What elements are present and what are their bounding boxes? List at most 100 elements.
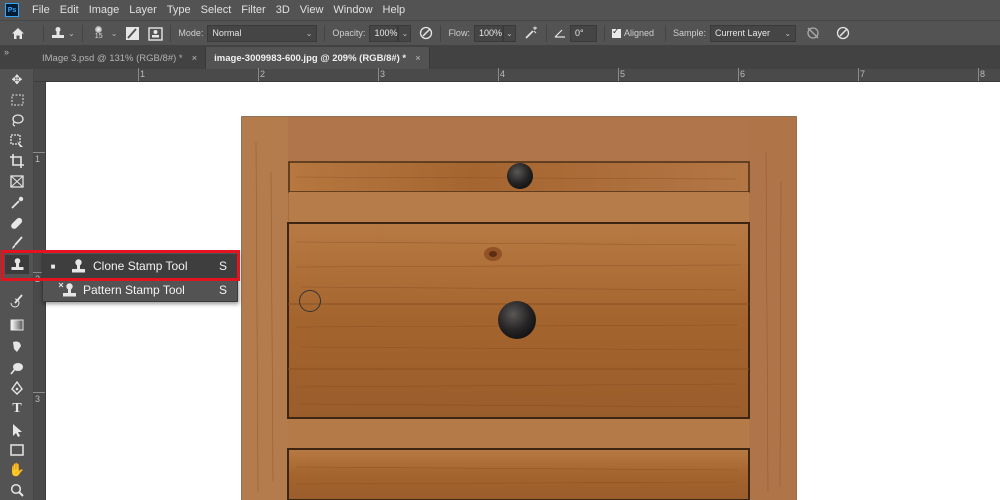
ruler-major-tick	[33, 152, 45, 153]
rectangle-tool[interactable]	[5, 440, 29, 459]
panel-collapse-icon[interactable]: »	[0, 45, 34, 69]
brush-cursor	[299, 290, 321, 312]
pressure-size-toggle[interactable]	[836, 21, 850, 46]
path-selection-icon	[13, 423, 22, 437]
mode-label: Mode:	[178, 28, 204, 38]
menu-layer[interactable]: Layer	[124, 0, 162, 20]
ruler-label: 7	[860, 69, 866, 79]
angle-input[interactable]: 0°	[569, 24, 597, 42]
zoom-icon	[10, 483, 24, 497]
tab-label: IMage 3.psd @ 131% (RGB/8#) *	[42, 52, 183, 64]
tab-image-3-psd[interactable]: IMage 3.psd @ 131% (RGB/8#) * ×	[34, 47, 207, 69]
clone-source-button[interactable]	[148, 21, 164, 46]
zoom-tool[interactable]	[5, 480, 29, 499]
airbrush-toggle[interactable]	[524, 21, 539, 46]
clone-source-panel-toggle[interactable]	[125, 21, 140, 46]
pressure-opacity-icon	[420, 26, 433, 40]
menu-type[interactable]: Type	[162, 0, 196, 20]
tools-panel: ✥ T ✋	[0, 69, 34, 500]
separator	[545, 24, 547, 42]
object-selection-icon	[10, 133, 23, 147]
ruler-label: 6	[740, 69, 746, 79]
flow-value: 100%	[478, 28, 502, 38]
ruler-label: 8	[980, 69, 986, 79]
chevron-down-icon: ⌄	[784, 28, 792, 38]
menu-edit[interactable]: Edit	[55, 0, 84, 20]
bandage-icon	[11, 217, 23, 229]
flow-label: Flow:	[448, 28, 470, 38]
lasso-tool[interactable]	[5, 110, 29, 129]
tab-label: image-3009983-600.jpg @ 209% (RGB/8#) *	[214, 52, 407, 64]
flow-input[interactable]: 100%	[473, 24, 503, 42]
healing-brush-tool[interactable]	[5, 213, 29, 232]
close-icon[interactable]: ×	[415, 53, 421, 64]
type-tool[interactable]: T	[5, 399, 29, 418]
crop-icon	[10, 153, 24, 168]
opacity-input[interactable]: 100%	[369, 24, 399, 42]
angle-control[interactable]	[554, 21, 566, 46]
type-icon: T	[12, 400, 22, 416]
menu-window[interactable]: Window	[328, 0, 377, 20]
history-brush-icon	[10, 293, 23, 307]
ruler-major-tick	[618, 68, 619, 81]
mode-select[interactable]: Normal ⌄	[207, 24, 318, 42]
shortcut-key: S	[219, 283, 228, 297]
close-icon[interactable]: ×	[192, 53, 198, 64]
brush-tip-icon	[95, 26, 103, 33]
menu-view[interactable]: View	[295, 0, 329, 20]
ruler-major-tick	[978, 68, 979, 81]
menu-3d[interactable]: 3D	[271, 0, 295, 20]
eyedropper-tool[interactable]	[5, 193, 29, 212]
ignore-adjustment-icon	[807, 27, 819, 39]
history-brush-tool[interactable]	[5, 291, 29, 310]
ruler-major-tick	[738, 68, 739, 81]
ruler-major-tick	[498, 68, 499, 81]
pattern-stamp-icon	[53, 282, 83, 299]
ruler-label: 4	[500, 69, 506, 79]
aligned-label: Aligned	[623, 28, 654, 38]
brush-settings-icon	[126, 26, 140, 40]
ruler-label: 3	[35, 394, 41, 404]
tool-preset-picker[interactable]: ⌄	[51, 21, 75, 46]
separator	[664, 24, 666, 42]
opacity-pressure-toggle[interactable]	[419, 21, 433, 46]
menu-filter[interactable]: Filter	[236, 0, 270, 20]
menu-help[interactable]: Help	[378, 0, 411, 20]
tab-image-3009983-jpg[interactable]: image-3009983-600.jpg @ 209% (RGB/8#) * …	[206, 47, 430, 69]
chevron-down-icon[interactable]: ⌄	[111, 29, 118, 38]
path-selection-tool[interactable]	[5, 420, 29, 439]
separator	[81, 24, 83, 42]
frame-tool[interactable]	[5, 172, 29, 191]
menu-file[interactable]: File	[27, 0, 55, 20]
menu-select[interactable]: Select	[196, 0, 237, 20]
ignore-adjustment-layers-toggle[interactable]	[806, 21, 820, 46]
lasso-icon	[12, 113, 24, 127]
dodge-icon	[10, 362, 23, 374]
blur-tool[interactable]	[5, 337, 29, 356]
brush-preset-picker[interactable]: 15	[90, 21, 108, 46]
frame-icon	[10, 175, 24, 188]
flyout-item-pattern-stamp[interactable]: Pattern Stamp Tool S	[43, 278, 237, 302]
dodge-tool[interactable]	[5, 358, 29, 377]
gradient-tool[interactable]	[5, 315, 29, 334]
ruler-label: 5	[620, 69, 626, 79]
hand-tool[interactable]: ✋	[5, 460, 29, 479]
marquee-tool[interactable]	[5, 90, 29, 109]
opacity-dropdown[interactable]: ⌄	[398, 24, 412, 42]
move-tool[interactable]: ✥	[5, 70, 29, 89]
hand-icon: ✋	[8, 461, 26, 477]
menu-image[interactable]: Image	[84, 0, 125, 20]
gradient-icon	[10, 319, 24, 330]
separator	[324, 24, 326, 42]
ruler-major-tick	[138, 68, 139, 81]
object-selection-tool[interactable]	[5, 131, 29, 150]
sample-value: Current Layer	[715, 28, 771, 38]
pen-tool[interactable]	[5, 378, 29, 397]
ruler-major-tick	[378, 68, 379, 81]
ruler-major-tick	[33, 392, 45, 393]
home-button[interactable]	[0, 21, 36, 46]
sample-select[interactable]: Current Layer ⌄	[710, 24, 797, 42]
crop-tool[interactable]	[5, 151, 29, 170]
aligned-checkbox[interactable]: Aligned	[611, 21, 658, 46]
flow-dropdown[interactable]: ⌄	[502, 24, 516, 42]
